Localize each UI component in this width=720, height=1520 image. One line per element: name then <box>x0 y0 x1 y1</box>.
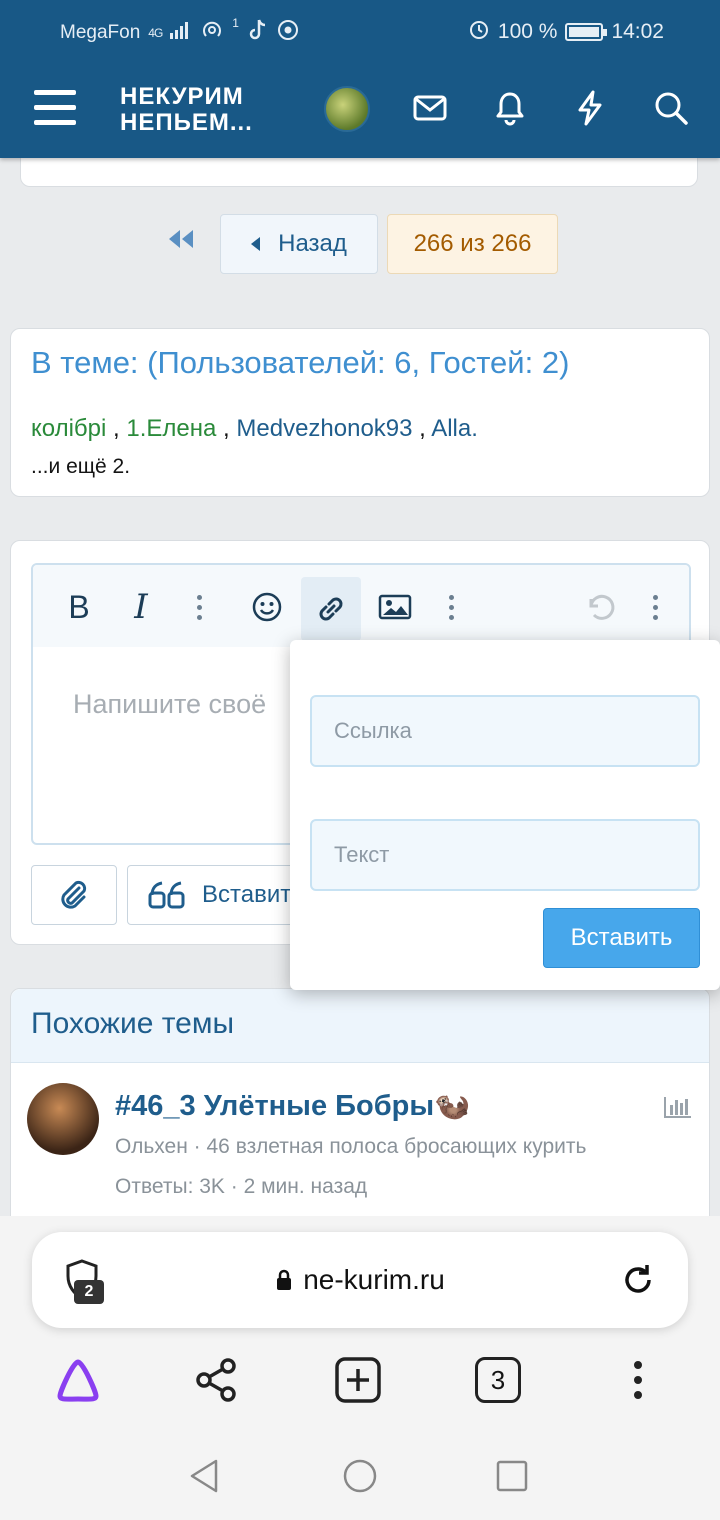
user-link[interactable]: Medvezhonok93 <box>236 415 412 442</box>
link-text-input[interactable]: Текст <box>310 819 700 891</box>
lightning-icon[interactable] <box>570 88 610 128</box>
thread-meta: Ольхен · 46 взлетная полоса бросающих ку… <box>115 1135 587 1158</box>
lock-icon <box>275 1266 293 1298</box>
similar-threads-title: Похожие темы <box>31 1007 235 1040</box>
signal-icon <box>170 21 192 45</box>
search-icon[interactable] <box>651 88 691 128</box>
insert-quotes-label: Вставить <box>202 881 304 908</box>
more-users-text: ...и ещё 2. <box>31 455 131 478</box>
insert-link-button[interactable]: Вставить <box>543 908 700 968</box>
bar-chart-icon <box>663 1095 693 1124</box>
new-tab-icon[interactable] <box>334 1356 382 1404</box>
app-header: MegaFon 4G 1 100 % 14:02 НЕКУРИМ НЕПЬЕМ.… <box>0 0 720 158</box>
site-logo[interactable]: НЕКУРИМ НЕПЬЕМ... <box>120 84 253 136</box>
more-options-icon[interactable] <box>627 579 683 635</box>
system-navigation-bar <box>0 1430 720 1520</box>
editor-toolbar: B I <box>33 565 689 647</box>
thread-stats: Ответы: 3K · 2 мин. назад <box>115 1175 368 1198</box>
user-link[interactable]: Alla. <box>431 415 478 442</box>
online-users-title: В теме: (Пользователей: 6, Гостей: 2) <box>31 345 570 380</box>
emoji-icon[interactable] <box>239 579 295 635</box>
nav-back-icon[interactable] <box>186 1458 222 1499</box>
logo-line-2: НЕПЬЕМ... <box>120 109 253 136</box>
chevron-left-icon <box>251 237 261 251</box>
back-button-label: Назад <box>278 230 347 257</box>
bell-icon[interactable] <box>490 88 530 128</box>
clock: 14:02 <box>611 20 664 43</box>
tabs-count: 3 <box>475 1357 521 1403</box>
url-domain: ne-kurim.ru <box>303 1264 445 1295</box>
paperclip-icon <box>61 880 87 909</box>
nav-recents-icon[interactable] <box>496 1460 528 1497</box>
network-type: 4G <box>148 26 163 40</box>
tabs-count-button[interactable]: 3 <box>474 1356 522 1404</box>
notification-count: 1 <box>232 16 239 30</box>
mail-icon[interactable] <box>410 88 450 128</box>
browser-menu-icon[interactable] <box>614 1356 662 1404</box>
reload-icon[interactable] <box>618 1260 658 1305</box>
editor-placeholder: Напишите своё <box>73 689 267 719</box>
link-url-input[interactable]: Ссылка <box>310 695 700 767</box>
site-header: НЕКУРИМ НЕПЬЕМ... <box>0 62 720 158</box>
more-insert-options-icon[interactable] <box>423 579 479 635</box>
link-url-placeholder: Ссылка <box>334 718 412 743</box>
battery-percent: 100 % <box>497 20 558 43</box>
nav-home-icon[interactable] <box>342 1458 378 1499</box>
hotspot-icon <box>200 18 224 48</box>
user-avatar[interactable] <box>324 86 370 132</box>
thread-title-link[interactable]: #46_3 Улётные Бобры🦦 <box>115 1089 470 1123</box>
bold-button[interactable]: B <box>51 579 107 635</box>
online-users-list: колібрі , 1.Елена , Medvezhonok93 , Alla… <box>31 415 478 442</box>
address-bar[interactable]: 2 ne-kurim.ru <box>32 1232 688 1328</box>
online-users-card: В теме: (Пользователей: 6, Гостей: 2) ко… <box>10 328 710 497</box>
back-button[interactable]: Назад <box>220 214 378 274</box>
user-link[interactable]: 1.Елена <box>126 415 216 442</box>
alice-icon[interactable] <box>54 1356 102 1404</box>
chrome-icon <box>277 19 299 47</box>
link-icon[interactable] <box>301 577 361 641</box>
url-text: ne-kurim.ru <box>32 1264 688 1298</box>
attach-files-button[interactable] <box>31 865 117 925</box>
share-icon[interactable] <box>193 1356 241 1404</box>
quote-icon <box>148 881 185 909</box>
first-page-icon[interactable] <box>166 228 196 257</box>
more-text-options-icon[interactable] <box>171 579 227 635</box>
logo-line-1: НЕКУРИМ <box>120 83 244 110</box>
menu-icon[interactable] <box>34 90 76 126</box>
similar-threads-header: Похожие темы <box>11 989 709 1063</box>
page-indicator[interactable]: 266 из 266 <box>387 214 558 274</box>
battery-icon <box>565 23 608 41</box>
thread-author-avatar[interactable] <box>27 1083 99 1155</box>
user-link[interactable]: колібрі <box>31 415 106 442</box>
carrier-name: MegaFon <box>60 22 141 43</box>
undo-icon[interactable] <box>571 579 627 635</box>
tiktok-icon <box>247 18 269 48</box>
status-bar: MegaFon 4G 1 100 % 14:02 <box>0 0 720 62</box>
image-icon[interactable] <box>367 579 423 635</box>
alarm-icon <box>468 18 490 46</box>
similar-threads-card: Похожие темы #46_3 Улётные Бобры🦦 Ольхен… <box>10 988 710 1248</box>
insert-link-popup: Ссылка Текст Вставить <box>290 640 720 990</box>
italic-button[interactable]: I <box>113 579 169 635</box>
link-text-placeholder: Текст <box>334 842 390 867</box>
